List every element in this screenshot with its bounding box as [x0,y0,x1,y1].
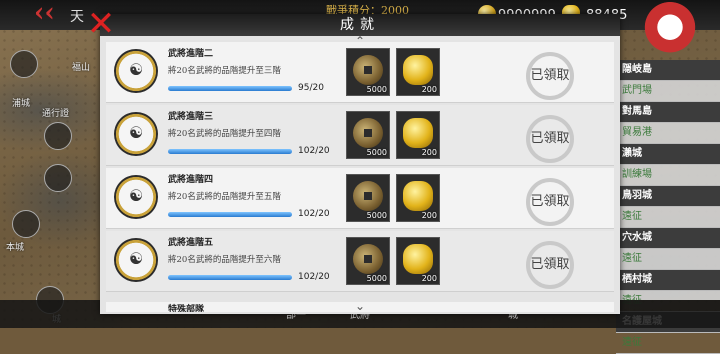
progress-fill [168,86,292,91]
gold-icon [403,118,433,148]
achievement-desc: 將20名武將的品階提升至五階 [168,192,281,202]
city-list-item[interactable]: 鳥羽城 [616,186,720,207]
map-label-1[interactable]: 福山 [72,60,90,73]
achievement-desc: 將20名武將的品階提升至六階 [168,255,281,265]
progress-fill [168,275,292,280]
reward-coins[interactable]: 5000 [346,174,390,222]
scroll-icon: ☯ [128,60,144,79]
achievement-panel: 成就 ⌃ ☯ 武將進階二 將20名武將的品階提升至三階 95/20 5000 200 已領取… [100,14,620,314]
city-list-item[interactable]: 遠征 [616,207,720,228]
coin-stack-icon [353,55,383,85]
reward-qty: 5000 [366,85,387,94]
claim-status[interactable]: 已領取 [514,64,586,83]
reward-qty: 200 [421,85,437,94]
city-list-item[interactable]: 穴水城 [616,228,720,249]
help-icon[interactable] [44,164,72,192]
gold-icon [403,55,433,85]
panel-title: 成就 [100,14,620,36]
city-list-item[interactable]: 遠征 [616,333,720,354]
coin-stack-icon [353,244,383,274]
progress-text: 102/20 [298,146,330,156]
claim-status[interactable]: 已領取 [514,127,586,146]
coin-stack-icon [353,118,383,148]
achievement-name: 武將進階五 [168,238,214,248]
achievement-name: 特殊部隊 [168,305,205,312]
scroll-icon: ☯ [128,186,144,205]
reward-coins[interactable]: 5000 [346,48,390,96]
progress-text: 102/20 [298,209,330,219]
reward-gold[interactable]: 200 [396,48,440,96]
achievement-desc: 將20名武將的品階提升至四階 [168,129,281,139]
trophy-icon[interactable] [44,122,72,150]
coin-stack-icon [353,181,383,211]
reward-gold[interactable]: 200 [396,174,440,222]
map-node-icon-2[interactable] [12,210,40,238]
achievement-list[interactable]: ☯ 武將進階二將20名武將的品階提升至三階 95/20 5000 200 已領取 ☯ 武將進階… [106,42,614,312]
progress-text: 95/20 [298,83,324,93]
reward-qty: 5000 [366,148,387,157]
map-label-4[interactable]: 本城 [6,240,24,253]
medal-icon: ☯ [114,238,158,282]
achievement-row: ☯ 武將進階二將20名武將的品階提升至三階 95/20 5000 200 已領取 [106,42,614,103]
lucky-cat-icon[interactable] [642,2,698,58]
progress-bar [168,86,292,91]
header-title: 天 [70,9,84,25]
city-list-item[interactable]: 對馬島 [616,102,720,123]
achievement-row: ☯ 武將進階四將20名武將的品階提升至五階 102/20 5000 200 已領取 [106,168,614,229]
city-list-item[interactable]: 貿易港 [616,123,720,144]
city-list-item[interactable]: 瀨城 [616,144,720,165]
close-icon[interactable]: ✕ [86,7,116,41]
reward-qty: 5000 [366,274,387,283]
city-list-item[interactable]: 武門場 [616,81,720,102]
city-list-item[interactable]: 栖村城 [616,270,720,291]
gold-icon [403,244,433,274]
city-list-item[interactable]: 訓練場 [616,165,720,186]
reward-qty: 200 [421,211,437,220]
scroll-icon: ☯ [128,123,144,142]
achievement-name: 武將進階二 [168,49,214,59]
city-list-item[interactable]: 隠岐島 [616,60,720,81]
achievement-name: 武將進階四 [168,175,214,185]
reward-coins[interactable]: 5000 [346,237,390,285]
claim-status[interactable]: 已領取 [514,253,586,272]
medal-icon: ☯ [114,175,158,219]
claim-status[interactable]: 已領取 [514,190,586,209]
progress-text: 102/20 [298,272,330,282]
reward-qty: 200 [421,274,437,283]
achievement-desc: 將20名武將的品階提升至三階 [168,66,281,76]
achievement-row: ☯ 武將進階三將20名武將的品階提升至四階 102/20 5000 200 已領取 [106,105,614,166]
map-label-3[interactable]: 通行證 [42,106,69,119]
chevron-down-icon[interactable]: ⌄ [346,300,374,312]
progress-fill [168,149,292,154]
achievement-name: 武將進階三 [168,112,214,122]
reward-gold[interactable]: 200 [396,111,440,159]
achievement-row: ☯ 武將進階五將20名武將的品階提升至六階 102/20 5000 200 已領取 [106,231,614,292]
medal-icon: ☯ [114,112,158,156]
progress-bar [168,275,292,280]
reward-gold[interactable]: 200 [396,237,440,285]
progress-bar [168,212,292,217]
medal-icon: ☯ [114,49,158,93]
gold-icon [403,181,433,211]
city-list-item[interactable]: 遠征 [616,249,720,270]
map-label-2[interactable]: 浦城 [12,96,30,109]
back-arrow-icon[interactable]: ‹‹ [34,0,56,26]
progress-bar [168,149,292,154]
map-node-icon[interactable] [10,50,38,78]
reward-qty: 200 [421,148,437,157]
reward-qty: 5000 [366,211,387,220]
right-city-list: 隠岐島武門場對馬島貿易港瀨城訓練場鳥羽城遠征穴水城遠征栖村城遠征名護屋城遠征 [616,60,720,354]
scroll-icon: ☯ [128,249,144,268]
progress-fill [168,212,292,217]
reward-coins[interactable]: 5000 [346,111,390,159]
